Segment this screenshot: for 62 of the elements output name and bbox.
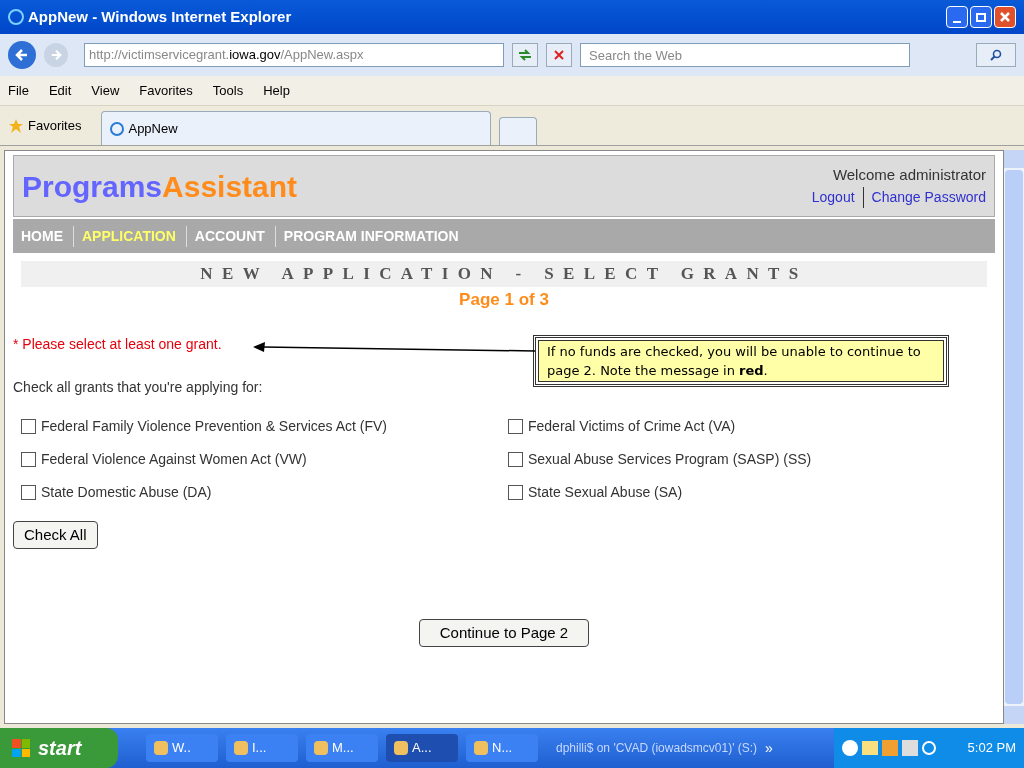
minimize-button[interactable] bbox=[946, 6, 968, 28]
grant-checkbox[interactable] bbox=[21, 419, 36, 434]
menu-item[interactable]: Favorites bbox=[139, 80, 193, 101]
restore-button[interactable] bbox=[970, 6, 992, 28]
more-button[interactable]: » bbox=[765, 737, 773, 759]
header-link[interactable]: Change Password bbox=[862, 186, 986, 208]
taskbar-button[interactable]: M... bbox=[306, 734, 378, 762]
tray-icon bbox=[842, 740, 858, 756]
welcome-text: Welcome administrator bbox=[832, 165, 986, 186]
stop-icon bbox=[554, 50, 564, 60]
window-title: AppNew - Windows Internet Explorer bbox=[28, 6, 292, 27]
page-title: NEW APPLICATION - SELECT GRANTS bbox=[21, 261, 987, 287]
grant-checkbox[interactable] bbox=[21, 452, 36, 467]
menu-item[interactable]: Help bbox=[263, 80, 290, 101]
header-link[interactable]: Logout bbox=[811, 186, 859, 208]
grant-label: State Sexual Abuse (SA) bbox=[528, 483, 683, 502]
address-field[interactable]: http://victimservicegrant.iowa.gov/AppNew.aspx bbox=[84, 43, 504, 67]
grant-checkbox[interactable] bbox=[508, 452, 523, 467]
taskbar-status: dphilli$ on 'CVAD (iowadsmcv01)' (S:) bbox=[556, 740, 758, 757]
taskbar-button[interactable]: W.. bbox=[146, 734, 218, 762]
taskbar-button[interactable]: N... bbox=[466, 734, 538, 762]
favorites-button[interactable]: Favorites bbox=[8, 115, 82, 136]
search-field[interactable]: Search the Web bbox=[580, 43, 910, 67]
grant-checkbox[interactable] bbox=[508, 485, 523, 500]
close-icon bbox=[999, 11, 1011, 23]
grant-checkbox[interactable] bbox=[21, 485, 36, 500]
close-button[interactable] bbox=[994, 6, 1016, 28]
menu-item[interactable]: View bbox=[91, 80, 120, 101]
menu-item[interactable]: Tools bbox=[212, 80, 244, 101]
tray-icon bbox=[882, 740, 898, 756]
taskbar-button[interactable]: A... bbox=[386, 734, 458, 762]
menu-item[interactable]: File bbox=[8, 80, 29, 101]
start-button[interactable]: start bbox=[0, 728, 118, 768]
continue-button[interactable]: Continue to Page 2 bbox=[418, 619, 590, 647]
grant-label: Federal Victims of Crime Act (VA) bbox=[528, 417, 736, 436]
stop-button[interactable] bbox=[546, 43, 572, 67]
callout-text: If no funds are checked, you will be unable to continue to page 2. Note the message in red. bbox=[547, 344, 921, 378]
search-button[interactable] bbox=[976, 43, 1016, 67]
taskbar-button[interactable]: I... bbox=[226, 734, 298, 762]
back-arrow-icon bbox=[15, 48, 29, 62]
error-message: * Please select at least one grant. bbox=[13, 336, 222, 352]
refresh-icon bbox=[518, 49, 532, 61]
check-all-button[interactable]: Check All bbox=[13, 521, 98, 549]
windows-logo-icon bbox=[12, 739, 30, 757]
grant-label: Federal Family Violence Prevention & Services Act (FV) bbox=[41, 417, 387, 436]
menu-item[interactable]: Edit bbox=[48, 80, 72, 101]
back-button[interactable] bbox=[8, 41, 36, 69]
refresh-button[interactable] bbox=[512, 43, 538, 67]
tray-icon bbox=[902, 740, 918, 756]
star-icon bbox=[8, 117, 24, 134]
grant-label: Sexual Abuse Services Program (SASP) (SS) bbox=[528, 450, 812, 469]
grant-checkbox[interactable] bbox=[508, 419, 523, 434]
clock: 5:02 PM bbox=[967, 739, 1016, 758]
browser-tab[interactable]: AppNew bbox=[101, 111, 492, 145]
scrollbar[interactable] bbox=[1004, 150, 1024, 724]
forward-arrow-icon bbox=[50, 49, 62, 61]
page-indicator: Page 1 of 3 bbox=[458, 288, 550, 311]
grant-label: Federal Violence Against Women Act (VW) bbox=[41, 450, 307, 469]
tray-icon bbox=[862, 741, 878, 755]
instructions-text: Check all grants that you're applying for: bbox=[13, 379, 263, 395]
logo: ProgramsAssistant bbox=[22, 168, 298, 205]
grant-label: State Domestic Abuse (DA) bbox=[41, 483, 212, 502]
